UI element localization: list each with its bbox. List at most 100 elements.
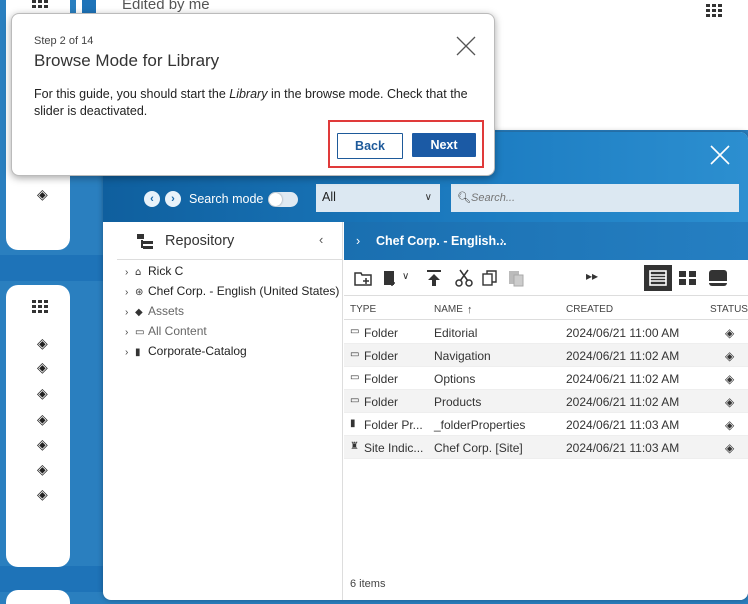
tree-item-label: Corporate-Catalog (148, 344, 247, 358)
paste-icon[interactable] (506, 268, 526, 288)
list-view-button[interactable] (644, 265, 672, 291)
column-type[interactable]: TYPE (350, 304, 376, 315)
search-field[interactable]: 🔍︎ (451, 184, 739, 212)
row-name: Products (434, 395, 482, 409)
collapse-chevron-icon[interactable]: ‹ (319, 232, 323, 247)
status-icon: ◈ (37, 437, 48, 453)
type-select-value: All (322, 190, 336, 204)
library-window: ‹ › Search mode All ∨ 🔍︎ Repository ‹ › ⌂… (103, 132, 748, 600)
status-icon: ◈ (725, 418, 735, 432)
tree-item-rick-c[interactable]: › ⌂ Rick C (125, 264, 183, 278)
tree-item-chef-corp[interactable]: › ⊛ Chef Corp. - English (United States) (125, 284, 339, 298)
apps-grid-icon[interactable] (706, 4, 722, 18)
row-created: 2024/06/21 11:03 AM (566, 441, 680, 455)
guide-popover: Step 2 of 14 Browse Mode for Library For… (11, 13, 495, 176)
forward-arrow-icon[interactable]: › (165, 191, 181, 207)
guide-pointer (242, 162, 260, 171)
list-view-icon (649, 270, 667, 286)
row-type: Folder (364, 372, 399, 386)
tree-item-label: All Content (148, 324, 207, 338)
site-indicator-icon: ♜ (350, 441, 359, 452)
preview-view-button[interactable] (704, 265, 732, 291)
column-name[interactable]: NAME (434, 304, 463, 315)
site-icon: ⊛ (135, 287, 144, 298)
status-icon: ◈ (37, 187, 48, 203)
tree-item-all-content[interactable]: › ▭ All Content (125, 324, 207, 338)
grid-view-icon (679, 271, 696, 285)
folder-icon: ▭ (350, 326, 360, 337)
content-pane: › Chef Corp. - English... › ∨ ▸▸ TYPE NA… (344, 222, 748, 600)
apps-grid-icon[interactable] (32, 0, 48, 14)
row-created: 2024/06/21 11:02 AM (566, 349, 680, 363)
guide-body-text: For this guide, you should start the (34, 87, 230, 101)
row-created: 2024/06/21 11:02 AM (566, 395, 680, 409)
row-name: Chef Corp. [Site] (434, 441, 523, 455)
row-type: Site Indic... (364, 441, 424, 455)
row-name: _folderProperties (434, 418, 526, 432)
status-icon: ◈ (725, 441, 735, 455)
row-created: 2024/06/21 11:00 AM (566, 326, 680, 340)
row-type: Folder (364, 326, 399, 340)
tree-header: Repository ‹ (117, 222, 343, 260)
status-icon: ◈ (37, 462, 48, 478)
search-mode-label: Search mode (189, 192, 264, 206)
status-icon: ◈ (725, 326, 735, 340)
background-left-panel-edge (6, 590, 70, 604)
search-mode-toggle[interactable] (268, 192, 298, 207)
status-icon: ◈ (37, 336, 48, 352)
column-created[interactable]: CREATED (566, 304, 613, 315)
column-status[interactable]: STATUS (710, 304, 748, 315)
chevron-down-icon[interactable]: ∨ (402, 271, 409, 282)
chevron-down-icon: ∨ (424, 192, 432, 203)
breadcrumb-item[interactable]: Chef Corp. - English... (376, 234, 507, 248)
folder-icon: ▭ (135, 327, 145, 338)
move-to-top-icon[interactable] (424, 268, 444, 288)
fast-forward-icon[interactable]: ▸▸ (586, 269, 598, 283)
back-arrow-icon[interactable]: ‹ (144, 191, 160, 207)
table-row[interactable]: ▭ Folder Options 2024/06/21 11:02 AM ◈ (344, 367, 748, 390)
folder-icon: ▭ (350, 372, 360, 383)
guide-body-emphasis: Library (229, 87, 268, 101)
copy-icon[interactable] (480, 268, 500, 288)
preview-view-icon (709, 270, 727, 286)
folder-icon: ▭ (350, 395, 360, 406)
table-row[interactable]: ▮ Folder Pr... _folderProperties 2024/06… (344, 413, 748, 436)
grid-view-button[interactable] (674, 265, 702, 291)
tree-item-label: Chef Corp. - English (United States) (148, 284, 340, 298)
tree-item-label: Assets (148, 304, 185, 318)
close-icon[interactable] (709, 144, 731, 166)
status-icon: ◈ (37, 360, 48, 376)
tree-item-corporate-catalog[interactable]: › ▮ Corporate-Catalog (125, 344, 247, 358)
tree-title: Repository (165, 233, 235, 249)
home-icon: ⌂ (135, 267, 142, 278)
new-folder-icon[interactable] (353, 268, 373, 288)
status-icon: ◈ (37, 487, 48, 503)
cut-icon[interactable] (454, 268, 474, 288)
apps-grid-icon[interactable] (32, 300, 48, 314)
search-input[interactable] (471, 188, 731, 208)
next-button[interactable]: Next (412, 133, 476, 157)
table-header: TYPE NAME ↑ CREATED STATUS (344, 296, 748, 320)
breadcrumb-chevron-icon: › (356, 234, 361, 248)
table-row[interactable]: ▭ Folder Editorial 2024/06/21 11:00 AM ◈ (344, 321, 748, 344)
sort-ascending-icon[interactable]: ↑ (467, 304, 473, 316)
table-row[interactable]: ♜ Site Indic... Chef Corp. [Site] 2024/0… (344, 436, 748, 459)
back-button[interactable]: Back (337, 133, 403, 159)
properties-icon: ▮ (350, 418, 356, 429)
row-type: Folder (364, 395, 399, 409)
tree-item-assets[interactable]: › ◆ Assets (125, 304, 184, 318)
table-row[interactable]: ▭ Folder Navigation 2024/06/21 11:02 AM … (344, 344, 748, 367)
row-created: 2024/06/21 11:02 AM (566, 372, 680, 386)
item-count: 6 items (350, 578, 386, 590)
new-content-icon[interactable] (380, 268, 400, 288)
status-icon: ◈ (37, 386, 48, 402)
status-icon: ◈ (725, 372, 735, 386)
status-icon: ◈ (37, 412, 48, 428)
type-select[interactable]: All ∨ (316, 184, 440, 212)
background-top-text: Edited by me (122, 0, 210, 13)
search-icon: 🔍︎ (457, 192, 471, 204)
table-row[interactable]: ▭ Folder Products 2024/06/21 11:02 AM ◈ (344, 390, 748, 413)
close-icon[interactable] (454, 34, 478, 58)
folder-icon: ▭ (350, 349, 360, 360)
catalog-icon: ▮ (135, 347, 141, 358)
